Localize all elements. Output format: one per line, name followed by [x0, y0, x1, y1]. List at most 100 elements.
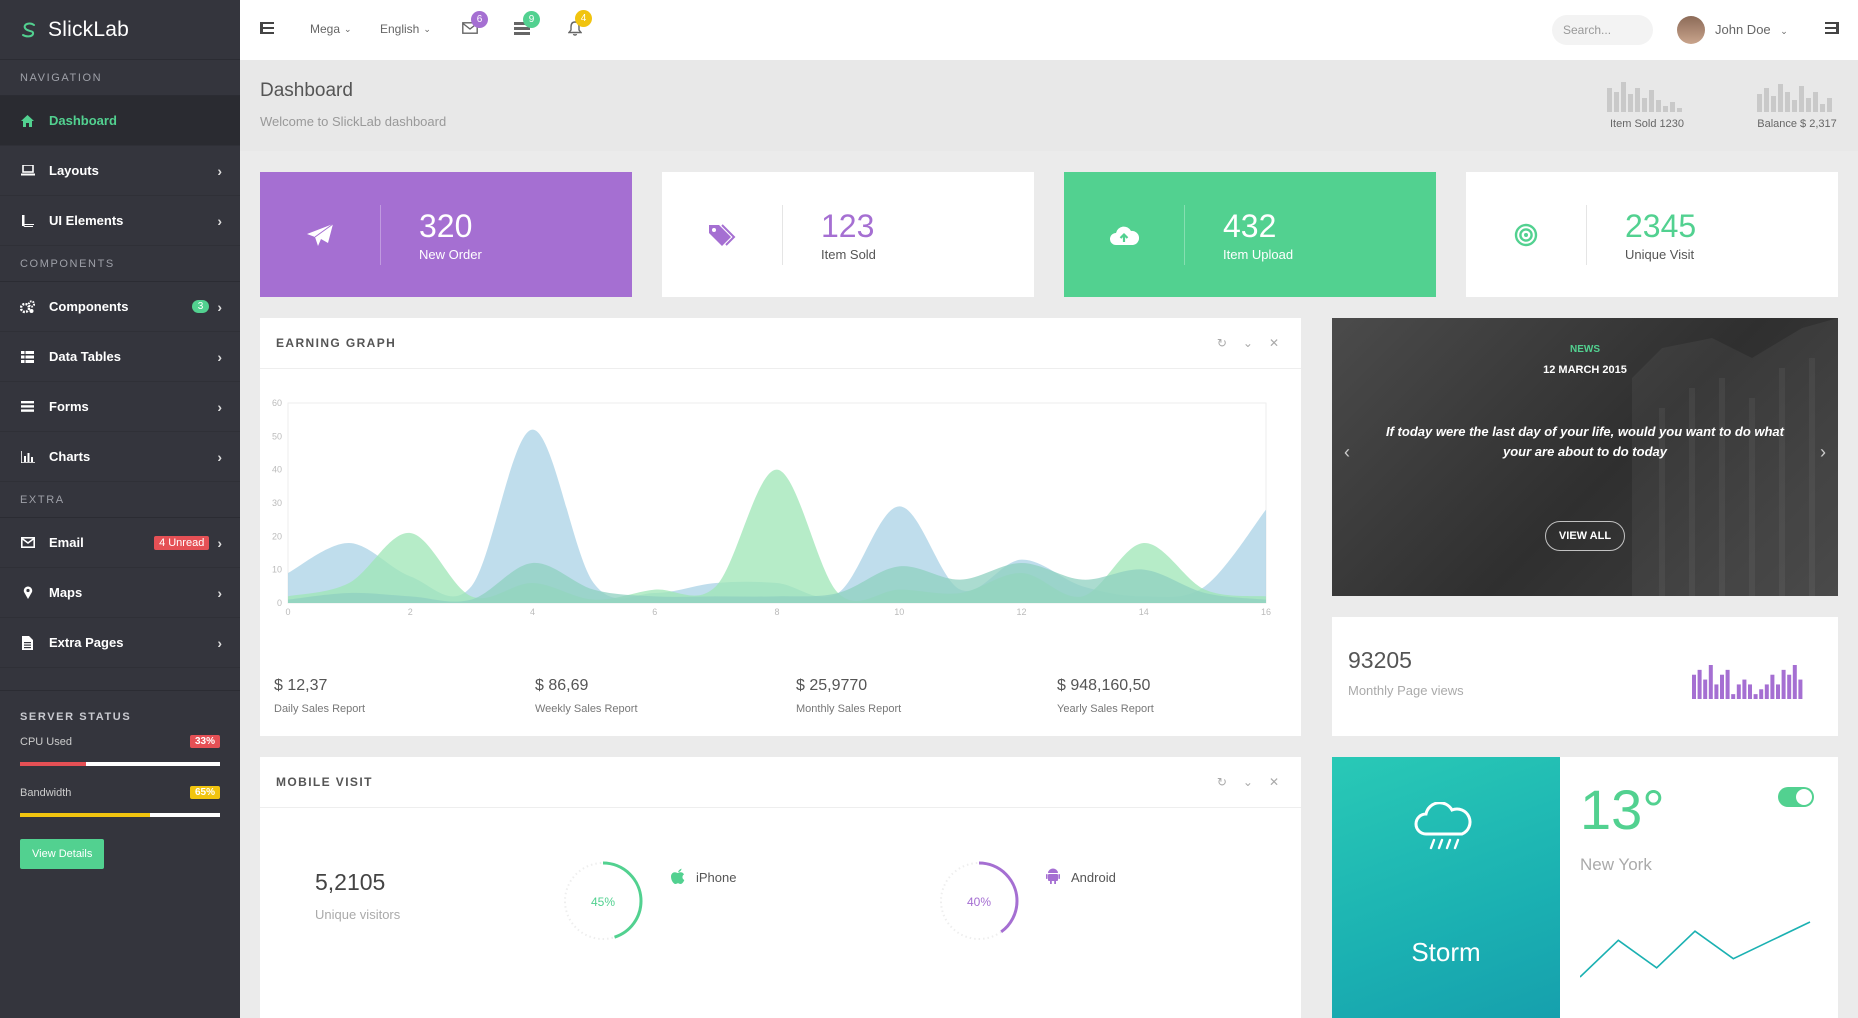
report-label: Monthly Sales Report: [796, 703, 902, 715]
stat-text: 320 New Order: [381, 207, 482, 262]
map-marker-icon: [20, 585, 35, 600]
report-label: Daily Sales Report: [274, 703, 366, 715]
chevron-down-icon[interactable]: ⌄: [1243, 775, 1253, 789]
stat-card-item-upload[interactable]: 432 Item Upload: [1064, 172, 1436, 297]
page-views-bar: [1703, 679, 1708, 699]
y-tick-label: 50: [272, 431, 282, 441]
refresh-icon[interactable]: ↻: [1217, 775, 1227, 789]
cpu-progress-fill: [20, 762, 86, 766]
weather-toggle[interactable]: [1778, 787, 1814, 807]
x-tick-label: 10: [894, 607, 904, 617]
right-panel-toggle-icon[interactable]: [1825, 22, 1839, 37]
close-icon[interactable]: ✕: [1269, 336, 1279, 350]
mail-button[interactable]: 6: [462, 11, 488, 34]
sidebar-item-ui-elements[interactable]: UI Elements ›: [0, 196, 240, 246]
android-icon: [1046, 868, 1060, 887]
chevron-down-icon: ⌄: [344, 23, 352, 34]
iphone-percent: 45%: [591, 895, 615, 909]
page-views-bar: [1798, 679, 1803, 699]
form-icon: [20, 399, 35, 414]
notifications-count-badge: 4: [575, 10, 592, 27]
tasks-button[interactable]: 9: [514, 11, 540, 35]
avatar[interactable]: [1677, 16, 1705, 44]
sidebar-item-email[interactable]: Email 4 Unread ›: [0, 518, 240, 568]
language-dropdown[interactable]: English ⌄: [380, 22, 431, 36]
envelope-icon: [20, 535, 35, 550]
menu-toggle-icon[interactable]: [260, 22, 274, 34]
news-date: 12 MARCH 2015: [1543, 364, 1627, 376]
nav-section-extra: EXTRA: [0, 482, 240, 518]
server-status-title: SERVER STATUS: [20, 711, 132, 723]
item-sold-sparkbars: [1607, 82, 1682, 112]
chevron-right-icon: ›: [217, 398, 222, 415]
sidebar-item-dashboard[interactable]: Dashboard: [0, 96, 240, 146]
carousel-prev-icon[interactable]: ‹: [1344, 442, 1350, 463]
mobile-visit-panel: MOBILE VISIT ↻ ⌄ ✕ 5,2105 Unique visitor…: [260, 757, 1301, 1018]
view-details-button[interactable]: View Details: [20, 839, 105, 869]
cpu-value-badge: 33%: [189, 735, 220, 748]
close-icon[interactable]: ✕: [1269, 775, 1279, 789]
table-icon: [20, 349, 35, 364]
carousel-next-icon[interactable]: ›: [1820, 442, 1826, 463]
bandwidth-label: Bandwidth: [20, 786, 72, 799]
x-tick-label: 16: [1261, 607, 1271, 617]
bandwidth-value-badge: 65%: [189, 786, 220, 799]
sidebar-item-data-tables[interactable]: Data Tables ›: [0, 332, 240, 382]
topbar: Mega ⌄ English ⌄ 6 9 4 Search... John Do…: [240, 0, 1858, 60]
cpu-label: CPU Used: [20, 735, 72, 748]
bandwidth-row: Bandwidth 65%: [20, 786, 220, 799]
chevron-down-icon: ⌄: [1780, 26, 1788, 36]
iphone-label: iPhone: [696, 870, 737, 885]
sidebar-item-label: Data Tables: [49, 349, 122, 364]
stat-value: 2345: [1625, 208, 1697, 244]
unique-visitors-value: 5,2105: [315, 869, 386, 895]
brand[interactable]: SlickLab: [0, 0, 240, 60]
iphone-donut: 45%: [563, 861, 643, 941]
android-donut: 40%: [939, 861, 1019, 941]
bandwidth-progress-bar: [20, 813, 220, 817]
search-input[interactable]: Search...: [1552, 15, 1653, 45]
y-tick-label: 0: [277, 598, 282, 608]
page-views-bar: [1781, 669, 1786, 699]
news-quote: If today were the last day of your life,…: [1386, 424, 1784, 459]
page-subtitle: Welcome to SlickLab dashboard: [260, 114, 447, 129]
chevron-right-icon: ›: [217, 634, 222, 651]
chevron-right-icon: ›: [217, 212, 222, 229]
sidebar-item-extra-pages[interactable]: Extra Pages ›: [0, 618, 240, 668]
view-all-button[interactable]: VIEW ALL: [1545, 521, 1625, 551]
sidebar-item-forms[interactable]: Forms ›: [0, 382, 240, 432]
sidebar-item-components[interactable]: Components 3 ›: [0, 282, 240, 332]
chevron-right-icon: ›: [217, 584, 222, 601]
notifications-button[interactable]: 4: [568, 10, 592, 36]
nav-section-navigation: NAVIGATION: [0, 60, 240, 96]
yearly-sales-report: $ 948,160,50 Yearly Sales Report: [1057, 677, 1154, 715]
page-views-bar: [1770, 674, 1775, 699]
paper-plane-icon: [260, 223, 380, 247]
chevron-down-icon[interactable]: ⌄: [1243, 336, 1253, 350]
page-title: Dashboard: [260, 80, 353, 101]
sidebar-item-label: Charts: [49, 449, 91, 464]
stat-card-new-order[interactable]: 320 New Order: [260, 172, 632, 297]
mega-menu-dropdown[interactable]: Mega ⌄: [310, 22, 352, 36]
sidebar-item-maps[interactable]: Maps ›: [0, 568, 240, 618]
weather-condition-tile: Storm: [1332, 757, 1560, 1018]
stat-card-unique-visit[interactable]: 2345 Unique Visit: [1466, 172, 1838, 297]
sidebar-item-layouts[interactable]: Layouts ›: [0, 146, 240, 196]
page-views-bar: [1736, 684, 1741, 699]
unique-visitors-label: Unique visitors: [315, 907, 401, 922]
balance-mini-stat: Balance $ 2,317: [1755, 78, 1839, 130]
user-menu[interactable]: John Doe ⌄: [1715, 22, 1788, 37]
page-views-label: Monthly Page views: [1348, 683, 1464, 698]
refresh-icon[interactable]: ↻: [1217, 336, 1227, 350]
y-tick-label: 30: [272, 498, 282, 508]
stat-card-item-sold[interactable]: 123 Item Sold: [662, 172, 1034, 297]
temperature: 13°: [1580, 778, 1665, 841]
sidebar-item-label: Extra Pages: [49, 635, 124, 650]
x-tick-label: 0: [285, 607, 290, 617]
monthly-sales-report: $ 25,9770 Monthly Sales Report: [796, 677, 901, 715]
page-views-bar: [1742, 679, 1747, 699]
sidebar-item-charts[interactable]: Charts ›: [0, 432, 240, 482]
page-views-bar: [1759, 689, 1764, 699]
cpu-row: CPU Used 33%: [20, 735, 220, 748]
stat-label: New Order: [419, 247, 482, 262]
